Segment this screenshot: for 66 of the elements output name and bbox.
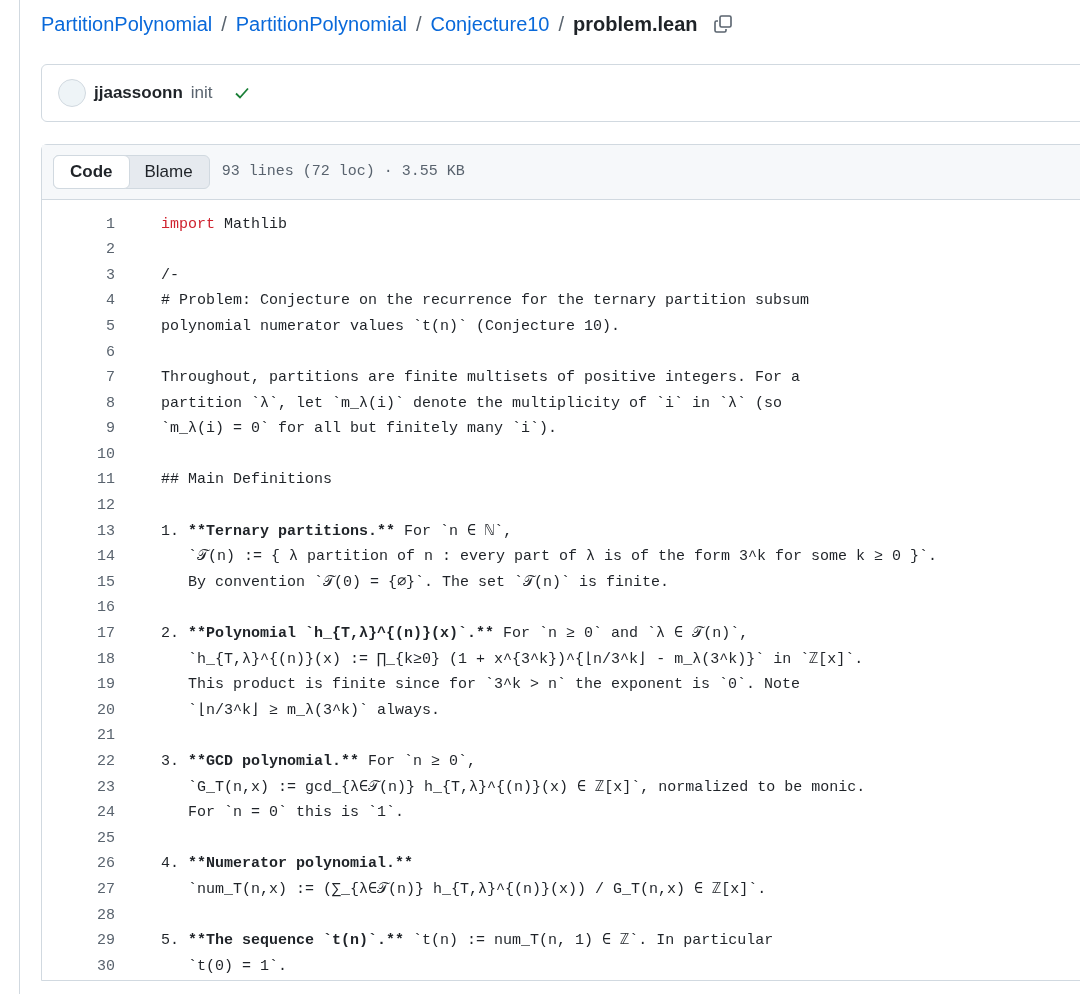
code-line: import Mathlib — [161, 214, 288, 235]
code-line: Throughout, partitions are finite multisets of positive integers. For a — [161, 368, 801, 389]
code-line: 4. **Numerator polynomial.** — [161, 854, 414, 875]
line-number: 11 — [96, 470, 115, 491]
code-line: `𝒯(n) := { λ partition of n : every part of λ is of the form 3^k for some k ≥ 0 }`. — [187, 547, 938, 568]
code-line: # Problem: Conjecture on the recurrence for the ternary partition subsum — [161, 291, 810, 312]
line-number: 15 — [96, 572, 115, 593]
line-number: 30 — [96, 956, 115, 977]
breadcrumb-separator: / — [415, 12, 422, 37]
line-number: 26 — [96, 854, 115, 875]
line-number: 25 — [96, 828, 115, 849]
breadcrumb-separator: / — [221, 12, 227, 37]
line-number: 22 — [96, 752, 115, 772]
copy-icon — [712, 14, 733, 34]
line-number: 1 — [105, 214, 115, 235]
line-number: 6 — [105, 342, 115, 363]
line-number: 7 — [105, 368, 115, 389]
line-number: 14 — [96, 547, 115, 568]
code-line: `num_T(n,x) := (∑_{λ∈𝒯(n)} h_{T,λ}^{(n)}(x)) / G_T(n,x) ∈ ℤ[x]`. — [187, 880, 767, 900]
line-number: 16 — [96, 598, 115, 619]
breadcrumb-link[interactable]: PartitionPolynomial — [41, 9, 213, 39]
view-tab[interactable]: Code — [53, 155, 130, 189]
line-number: 21 — [96, 726, 115, 747]
line-number: 27 — [96, 880, 115, 900]
line-number: 13 — [96, 521, 115, 542]
line-number: 2 — [105, 240, 115, 261]
line-number: 20 — [96, 700, 115, 721]
line-number: 29 — [96, 931, 115, 952]
line-number: 24 — [96, 803, 115, 824]
code-line: `m_λ(i) = 0` for all but finitely many `i`). — [161, 419, 558, 440]
commit-author[interactable]: jjaassoonn — [94, 80, 183, 106]
view-tab[interactable]: Blame — [128, 156, 209, 188]
code-line: By convention `𝒯(0) = {∅}`. The set `𝒯(n)` is finite. — [187, 572, 670, 593]
code-line: 3. **GCD polynomial.** For `n ≥ 0`, — [161, 752, 477, 772]
code-line: 2. **Polynomial `h_{T,λ}^{(n)}(x)`.** For `n ≥ 0` and `λ ∈ 𝒯(n)`, — [161, 624, 749, 645]
code-line: `⌊n/3^k⌋ ≥ m_λ(3^k)` always. — [187, 700, 441, 721]
code-line: ## Main Definitions — [161, 470, 333, 491]
breadcrumb-link[interactable]: PartitionPolynomial — [235, 9, 407, 39]
code-line: `t(0) = 1`. — [187, 956, 288, 977]
line-number: 12 — [96, 496, 115, 517]
code-line: 5. **The sequence `t(n)`.** `t(n) := num_T(n, 1) ∈ ℤ`. In particular — [161, 931, 774, 952]
breadcrumb-link[interactable]: Conjecture10 — [430, 9, 550, 39]
line-number: 3 — [105, 265, 115, 286]
line-number: 4 — [105, 291, 115, 312]
code-line: `h_{T,λ}^{(n)}(x) := ∏_{k≥0} (1 + x^{3^k})^{⌊n/3^k⌋ - m_λ(3^k)}` in `ℤ[x]`. — [187, 649, 864, 670]
code-line: For `n = 0` this is `1`. — [187, 803, 405, 824]
line-number: 10 — [96, 444, 115, 465]
file-info: 93 lines (72 loc) · 3.55 KB — [221, 161, 465, 182]
line-number: 5 — [105, 316, 115, 337]
code-line: polynomial numerator values `t(n)` (Conjecture 10). — [161, 316, 621, 337]
line-number: 9 — [105, 419, 115, 440]
code-line: This product is finite since for `3^k > n` the exponent is `0`. Note — [187, 675, 801, 696]
code-line: /- — [161, 265, 179, 286]
code-line: partition `λ`, let `m_λ(i)` denote the multiplicity of `i` in `λ` (so — [161, 393, 783, 414]
line-number: 23 — [96, 777, 115, 798]
line-number: 19 — [96, 675, 115, 696]
file-name: problem.lean — [573, 12, 698, 37]
line-number: 18 — [96, 649, 115, 670]
breadcrumb-separator: / — [558, 12, 565, 37]
line-number: 8 — [105, 393, 115, 414]
line-number: 28 — [96, 905, 115, 926]
avatar-icon — [58, 79, 86, 107]
code-line: `G_T(n,x) := gcd_{λ∈𝒯(n)} h_{T,λ}^{(n)}(x) ∈ ℤ[x]`, normalized to be monic. — [187, 777, 866, 798]
commit-message[interactable]: init — [190, 80, 213, 106]
code-line: 1. **Ternary partitions.** For `n ∈ ℕ`, — [161, 521, 513, 542]
line-number: 17 — [96, 624, 115, 645]
